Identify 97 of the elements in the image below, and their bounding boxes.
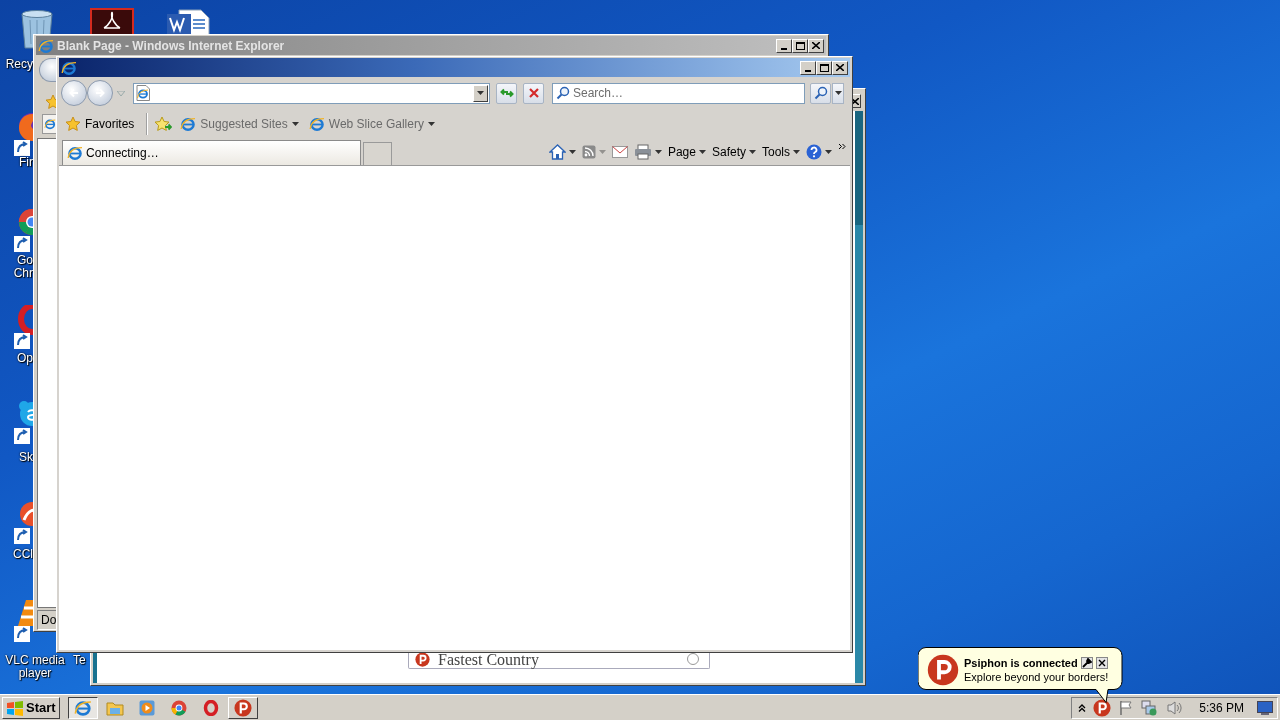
maximize-button[interactable] [816,60,832,75]
minimize-icon [805,69,811,72]
help-button[interactable] [806,144,832,160]
close-icon [852,97,859,105]
caret-icon [598,150,606,154]
search-field[interactable]: Search… [552,82,805,104]
icon-label: Go Chr [12,254,33,280]
caret-icon [477,91,484,95]
back-button[interactable] [61,80,87,106]
star-icon [65,116,81,132]
maximize-icon [819,63,829,72]
caret-icon [793,150,800,154]
caret-icon [825,150,832,154]
envelope-icon [611,146,628,158]
search-icon [813,86,828,100]
favorites-link[interactable]: Web Slice Gallery [306,114,437,134]
icon-label: CCl [12,548,33,561]
caret-icon [698,150,706,154]
browser-logo-icon [180,116,197,132]
ring-icon [202,699,219,716]
favorites-link[interactable]: Suggested Sites [178,114,301,134]
icon-label: VLC media player [4,654,66,680]
media-player-icon [138,699,155,716]
stop-icon [527,87,540,99]
search-button[interactable] [810,82,831,104]
add-favorite-icon[interactable] [154,116,173,132]
minimize-icon [781,47,787,50]
pdf-document-icon[interactable] [90,8,134,36]
show-hidden-icons-icon[interactable] [1078,703,1087,712]
window-title: Blank Page - Windows Internet Explorer [57,38,286,53]
notification-message: Explore beyond your borders! [964,670,1109,684]
scrollbar[interactable] [855,111,863,683]
caret-icon [568,150,576,154]
feeds-button[interactable] [581,145,606,159]
close-icon [1097,659,1106,667]
menu-button[interactable]: Safety [711,145,756,159]
start-button[interactable]: Start [2,696,60,719]
browser-logo-icon [61,59,77,76]
stop-button[interactable] [523,82,544,104]
minimize-button[interactable] [800,60,816,75]
minimize-button[interactable] [776,38,792,53]
wrench-icon [1081,658,1092,668]
back-button[interactable] [39,58,57,82]
refresh-button[interactable] [496,82,517,104]
icon-label: Recy [4,58,33,71]
psiphon-logo-icon [233,698,252,717]
search-icon [556,85,570,100]
windows-flag-icon [6,699,24,716]
favorites-button[interactable]: Favorites [63,114,141,134]
chevron-icon[interactable] [838,143,846,150]
icon-label: Op [16,352,33,365]
browser-logo-icon [44,118,56,130]
maximize-button[interactable] [792,38,808,53]
caret-icon [291,122,299,126]
search-options-button[interactable] [832,82,844,104]
icon-label: Sk [18,451,33,464]
psiphon-logo-icon [927,654,959,686]
browser-logo-icon [308,116,325,132]
printer-icon [633,144,652,160]
folder-icon [105,699,124,716]
caret-icon [834,91,842,95]
browser-logo-icon [73,698,92,717]
maximize-icon [795,41,805,50]
address-dropdown-button[interactable] [473,84,488,102]
caret-icon [654,150,662,154]
print-button[interactable] [633,144,662,160]
back-arrow-icon [67,86,81,100]
forward-button[interactable] [87,80,113,106]
feed-icon [581,145,596,159]
caret-icon [427,122,435,126]
home-icon [548,144,566,160]
show-desktop-icon[interactable] [1257,700,1273,715]
wheel-icon [170,699,187,716]
volume-icon[interactable] [1166,699,1183,716]
refresh-icon [499,87,514,99]
notification-title: Psiphon is connected [964,656,1078,670]
page-icon [136,85,150,101]
clock[interactable]: 5:36 PM [1199,700,1244,715]
menu-button[interactable]: Tools [762,145,800,159]
browser-logo-icon [38,37,54,54]
home-button[interactable] [548,144,576,160]
close-icon [812,42,820,49]
icon-label: Te [73,654,87,667]
address-field[interactable] [133,82,490,104]
forward-arrow-icon [93,86,107,100]
caret-icon [749,150,756,154]
help-icon [806,144,822,160]
browser-tab[interactable]: Connecting… [62,140,361,165]
menu-button[interactable]: Page [667,145,706,159]
psiphon-tray-icon [1093,698,1112,717]
icon-label: Fir [18,156,33,169]
mail-button[interactable] [611,146,628,158]
browser-logo-icon [67,145,83,161]
flag-icon[interactable] [1118,699,1135,716]
taskbar-button[interactable] [67,696,98,719]
close-icon [836,64,844,71]
ring-icon[interactable] [14,305,33,349]
